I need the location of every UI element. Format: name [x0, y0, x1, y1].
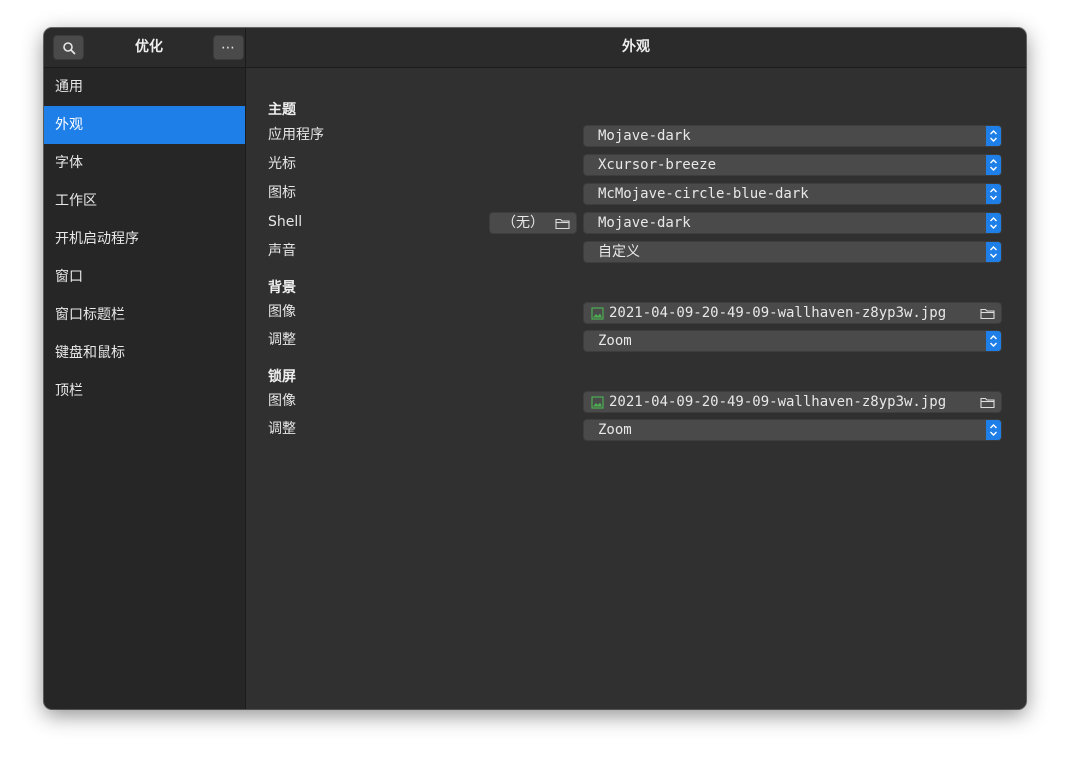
image-file-icon [591, 307, 604, 320]
background-image-value: 2021-04-09-20-49-09-wallhaven-z8yp3w.jpg [609, 305, 947, 321]
appearance-panel: 主题 应用程序 Mojave-dark 光标 Xcursor-breeze 图标… [246, 68, 1026, 709]
background-image-file-button[interactable]: 2021-04-09-20-49-09-wallhaven-z8yp3w.jpg [583, 302, 1002, 324]
sidebar-item-windows[interactable]: 窗口 [44, 258, 245, 296]
section-heading-lock-screen: 锁屏 [268, 369, 296, 385]
folder-icon [555, 218, 570, 230]
applications-theme-value: Mojave-dark [598, 128, 691, 144]
icons-theme-value: McMojave-circle-blue-dark [598, 186, 809, 202]
lockscreen-image-label: 图像 [268, 393, 296, 409]
sidebar-item-workspaces[interactable]: 工作区 [44, 182, 245, 220]
search-icon [62, 41, 75, 54]
applications-theme-combo[interactable]: Mojave-dark [583, 125, 1002, 147]
page-title: 外观 [622, 39, 650, 55]
sidebar-item-appearance[interactable]: 外观 [44, 106, 245, 144]
section-heading-background: 背景 [268, 280, 296, 296]
lockscreen-image-value: 2021-04-09-20-49-09-wallhaven-z8yp3w.jpg [609, 394, 947, 410]
shell-theme-file-button[interactable]: （无） [489, 212, 577, 234]
sidebar-item-startup-apps[interactable]: 开机启动程序 [44, 220, 245, 258]
more-icon: ⋯ [221, 39, 236, 56]
image-file-icon [591, 396, 604, 409]
cursor-theme-value: Xcursor-breeze [598, 157, 717, 173]
shell-theme-combo[interactable]: Mojave-dark [583, 212, 1002, 234]
background-adjustment-value: Zoom [598, 333, 632, 349]
folder-icon [980, 308, 995, 320]
icons-theme-combo[interactable]: McMojave-circle-blue-dark [583, 183, 1002, 205]
sidebar-title: 优化 [135, 39, 163, 55]
sidebar: 通用 外观 字体 工作区 开机启动程序 窗口 窗口标题栏 键盘和鼠标 顶栏 [44, 68, 246, 709]
lockscreen-adjustment-combo[interactable]: Zoom [583, 419, 1002, 441]
folder-icon [980, 397, 995, 409]
tweaks-window: 优化 ⋯ 外观 通用 外观 字体 工作区 开机启动程序 窗口 窗口标题栏 键盘和… [44, 28, 1026, 709]
search-button[interactable] [53, 35, 84, 60]
updown-arrows-icon [986, 126, 1001, 146]
sidebar-item-general[interactable]: 通用 [44, 68, 245, 106]
background-image-label: 图像 [268, 304, 296, 320]
sidebar-header: 优化 ⋯ [44, 28, 246, 67]
lockscreen-image-file-button[interactable]: 2021-04-09-20-49-09-wallhaven-z8yp3w.jpg [583, 391, 1002, 413]
updown-arrows-icon [986, 213, 1001, 233]
background-adjustment-combo[interactable]: Zoom [583, 330, 1002, 352]
updown-arrows-icon [986, 420, 1001, 440]
section-heading-themes: 主题 [268, 102, 296, 118]
shell-file-value: （无） [502, 215, 544, 231]
lockscreen-adjustment-value: Zoom [598, 422, 632, 438]
applications-label: 应用程序 [268, 127, 324, 143]
updown-arrows-icon [986, 242, 1001, 262]
shell-theme-value: Mojave-dark [598, 215, 691, 231]
background-adjustment-label: 调整 [268, 332, 296, 348]
sidebar-item-fonts[interactable]: 字体 [44, 144, 245, 182]
sound-theme-combo[interactable]: 自定义 [583, 241, 1002, 263]
sound-theme-value: 自定义 [598, 244, 640, 260]
updown-arrows-icon [986, 331, 1001, 351]
icons-label: 图标 [268, 185, 296, 201]
shell-label: Shell [268, 214, 303, 230]
sidebar-item-keyboard-mouse[interactable]: 键盘和鼠标 [44, 334, 245, 372]
cursor-theme-combo[interactable]: Xcursor-breeze [583, 154, 1002, 176]
cursor-label: 光标 [268, 156, 296, 172]
sidebar-item-window-titlebars[interactable]: 窗口标题栏 [44, 296, 245, 334]
updown-arrows-icon [986, 155, 1001, 175]
header-bar: 优化 ⋯ 外观 [44, 28, 1026, 68]
sound-label: 声音 [268, 243, 296, 259]
lockscreen-adjustment-label: 调整 [268, 421, 296, 437]
more-button[interactable]: ⋯ [213, 35, 244, 60]
sidebar-item-top-bar[interactable]: 顶栏 [44, 372, 245, 410]
updown-arrows-icon [986, 184, 1001, 204]
